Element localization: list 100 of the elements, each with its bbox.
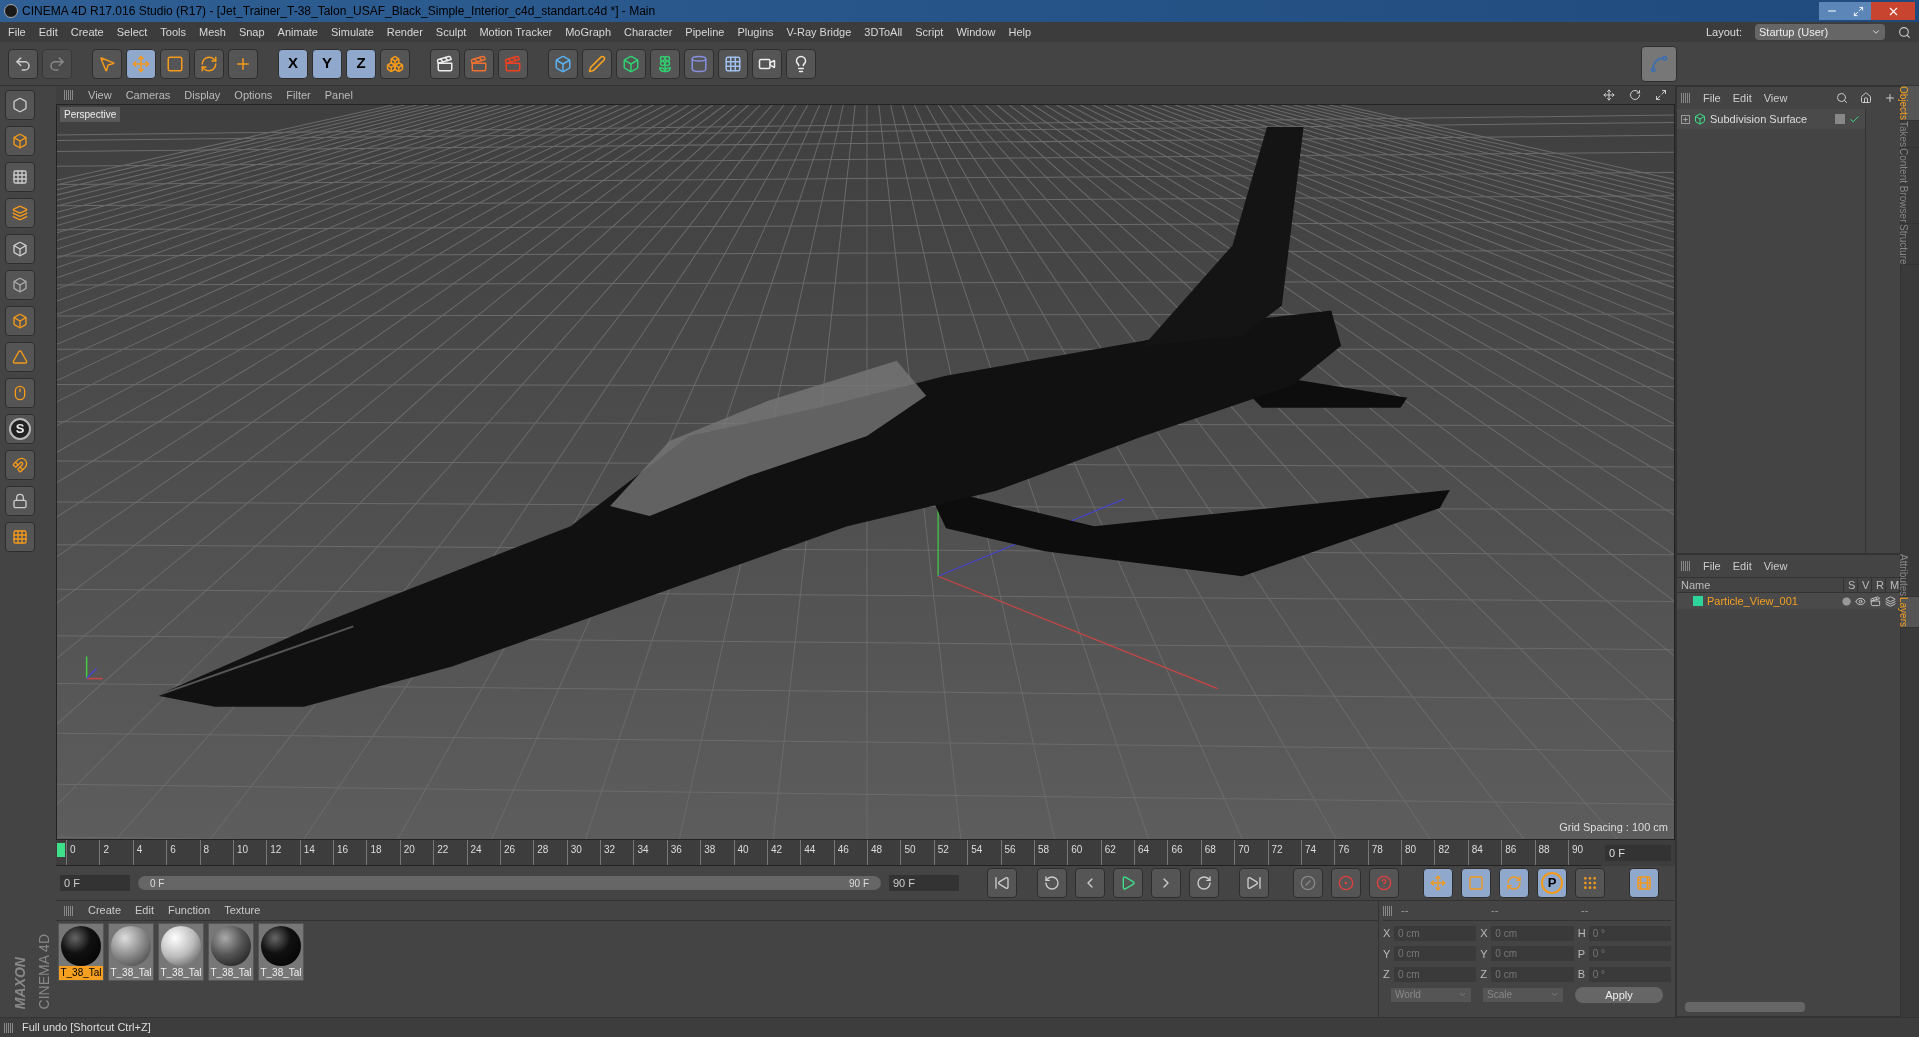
material-swatch[interactable]: T_38_Tal	[208, 923, 254, 981]
menu-item[interactable]: Character	[624, 23, 673, 41]
viewport[interactable]: Perspective Grid Spacing : 100 cm	[56, 104, 1675, 840]
material-menu-item[interactable]: Texture	[224, 902, 261, 919]
maximize-button[interactable]	[1845, 2, 1871, 20]
expand-toggle[interactable]	[1681, 114, 1690, 124]
material-swatch[interactable]: T_38_Tal	[58, 923, 104, 981]
material-label: T_38_Tal	[159, 966, 203, 980]
menu-item[interactable]: Window	[956, 23, 996, 41]
current-frame-field[interactable]: 0 F	[1605, 845, 1671, 861]
render-view-button[interactable]	[430, 48, 460, 79]
material-swatch[interactable]: T_38_Tal	[108, 923, 154, 981]
menu-item[interactable]: Script	[915, 23, 944, 41]
menu-item[interactable]: Simulate	[330, 23, 374, 41]
cube-button[interactable]	[548, 48, 578, 79]
menu-item[interactable]: Animate	[277, 23, 318, 41]
add-icon[interactable]	[1884, 92, 1896, 104]
undo-button[interactable]	[8, 48, 38, 79]
pen-button[interactable]	[582, 48, 612, 79]
menu-item[interactable]: Motion Tracker	[479, 23, 553, 41]
menu-item[interactable]: Render	[386, 23, 423, 41]
menu-item[interactable]: Pipeline	[685, 23, 725, 41]
side-tab[interactable]: Structure	[1901, 223, 1919, 266]
material-menu-item[interactable]: Create	[88, 902, 122, 919]
menu-item[interactable]: Select	[116, 23, 148, 41]
menu-item[interactable]: File	[8, 23, 26, 41]
material-menu-item[interactable]: Function	[168, 902, 211, 919]
material-swatch[interactable]: T_38_Tal	[158, 923, 204, 981]
snap-button[interactable]: S	[5, 414, 35, 444]
render-icon[interactable]	[1870, 595, 1881, 607]
object-cube-button[interactable]	[616, 48, 646, 79]
scale-key-button[interactable]	[1461, 868, 1491, 898]
record-button[interactable]	[1331, 868, 1361, 898]
layer-menu-item[interactable]: View	[1763, 557, 1788, 575]
viewport-menu-item[interactable]: Display	[184, 86, 221, 104]
end-frame-field[interactable]: 90 F	[889, 875, 959, 891]
object-menu-item[interactable]: File	[1703, 89, 1721, 107]
plus-tool-button[interactable]	[228, 48, 258, 79]
play-button[interactable]	[1113, 868, 1143, 898]
start-frame-field[interactable]: 0 F	[60, 875, 130, 891]
search-icon[interactable]	[1836, 92, 1848, 104]
frame-tick-label: 48	[870, 843, 883, 857]
last-frame-button[interactable]	[1239, 868, 1269, 898]
viewport-menu-item[interactable]: Cameras	[125, 86, 171, 104]
object-menu-item[interactable]: Edit	[1732, 89, 1752, 107]
layer-menu-item[interactable]: Edit	[1732, 557, 1752, 575]
scale-tool-button[interactable]	[160, 48, 190, 79]
side-tab[interactable]: Takes	[1901, 120, 1919, 149]
render-settings-button[interactable]	[498, 48, 528, 79]
menu-item[interactable]: V-Ray Bridge	[786, 23, 852, 41]
horizontal-scrollbar[interactable]	[1685, 1002, 1805, 1012]
viewport-menu-item[interactable]: Panel	[324, 86, 353, 104]
material-swatch[interactable]: T_38_Tal	[258, 923, 304, 981]
menu-item[interactable]: Tools	[160, 23, 186, 41]
menu-item[interactable]: Create	[70, 23, 104, 41]
move-key-button[interactable]	[1423, 868, 1453, 898]
move-tool-button[interactable]	[126, 48, 156, 79]
close-button[interactable]	[1871, 2, 1915, 20]
axis-lock-button[interactable]: Y	[312, 48, 342, 79]
search-icon[interactable]	[1898, 25, 1911, 39]
previous-frame-button[interactable]	[1075, 868, 1105, 898]
side-tab[interactable]: Content Browser	[1901, 148, 1919, 224]
render-picture-button[interactable]	[464, 48, 494, 79]
camera-button[interactable]	[752, 48, 782, 79]
rotate-tool-button[interactable]	[194, 48, 224, 79]
help-button[interactable]	[1369, 868, 1399, 898]
object-row[interactable]: Subdivision Surface	[1677, 109, 1865, 129]
menu-item[interactable]: Sculpt	[435, 23, 467, 41]
menu-item[interactable]: Help	[1008, 23, 1032, 41]
object-menu-item[interactable]: View	[1763, 89, 1788, 107]
light-button[interactable]	[786, 48, 816, 79]
menu-item[interactable]: Snap	[238, 23, 265, 41]
orbit-icon[interactable]	[1629, 89, 1641, 101]
parameter-key-button[interactable]: P	[1537, 868, 1567, 898]
layer-menu-item[interactable]: File	[1703, 557, 1721, 575]
menu-item[interactable]: Edit	[38, 23, 58, 41]
pan-icon[interactable]	[1603, 89, 1615, 101]
maximize-icon[interactable]	[1655, 89, 1667, 101]
playhead-marker[interactable]	[57, 843, 65, 857]
cursor-tool-button[interactable]	[92, 48, 122, 79]
viewport-menu-item[interactable]: Filter	[286, 86, 311, 104]
first-frame-button[interactable]	[987, 868, 1017, 898]
viewport-menu-item[interactable]: Options	[234, 86, 273, 104]
material-menu-item[interactable]: Edit	[135, 902, 154, 919]
menu-item[interactable]: Plugins	[737, 23, 774, 41]
menu-item[interactable]: MoGraph	[565, 23, 612, 41]
home-icon[interactable]	[1860, 92, 1872, 104]
axis-lock-button[interactable]: Z	[346, 48, 376, 79]
layer-row[interactable]: Particle_View_001	[1677, 593, 1900, 609]
visibility-icon[interactable]	[1855, 595, 1866, 607]
rotate-key-button[interactable]	[1499, 868, 1529, 898]
menu-item[interactable]: Mesh	[199, 23, 226, 41]
magnet-button[interactable]	[5, 450, 35, 480]
menu-item[interactable]: 3DToAll	[864, 23, 903, 41]
viewport-menu-item[interactable]: View	[88, 86, 112, 104]
layout-dropdown[interactable]: Startup (User)	[1755, 24, 1885, 40]
axis-lock-button[interactable]: X	[278, 48, 308, 79]
frame-range-slider[interactable]: 0 F 90 F	[138, 876, 881, 890]
next-frame-button[interactable]	[1151, 868, 1181, 898]
enabled-check[interactable]	[1849, 113, 1861, 125]
